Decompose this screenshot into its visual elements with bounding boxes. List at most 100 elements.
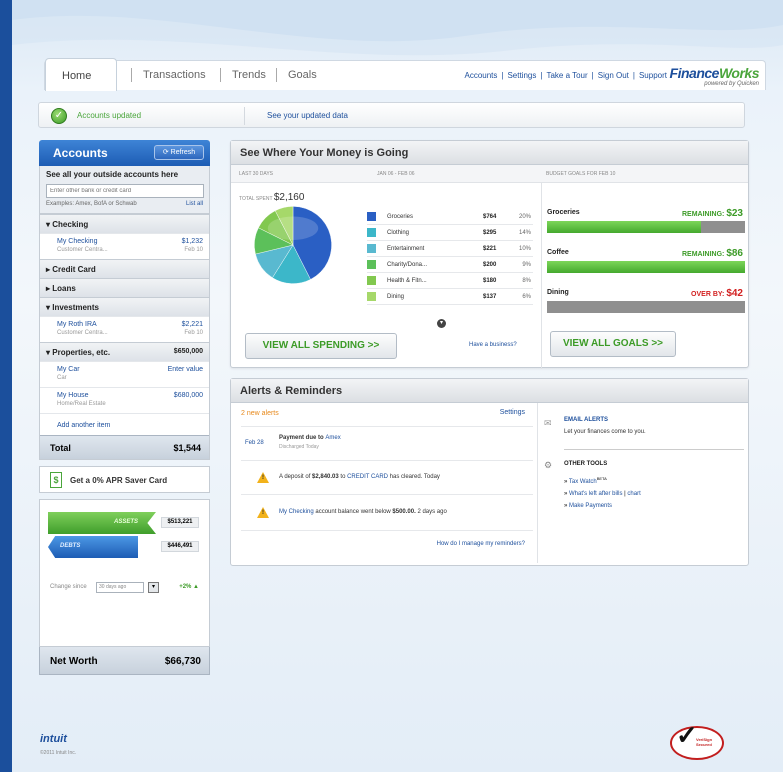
legend-item[interactable]: Clothing $295 14% <box>367 225 533 241</box>
change-period-select[interactable]: 30 days ago <box>96 582 144 593</box>
alerts-sidebar: ✉ EMAIL ALERTS Let your finances come to… <box>537 403 747 563</box>
refresh-button[interactable]: ⟳ Refresh <box>154 145 204 160</box>
date-range-label[interactable]: JAN 06 - FEB 06 <box>377 171 415 177</box>
verisign-seal[interactable]: ✓ VeriSign Secured <box>670 720 724 760</box>
add-another-item-link[interactable]: Add another item <box>40 413 209 435</box>
section-loans[interactable]: ▸ Loans <box>40 278 209 297</box>
legend-swatch <box>367 212 376 221</box>
alert-deposit[interactable]: ! A deposit of $2,840.03 to CREDIT CARD … <box>241 460 533 494</box>
legend-swatch <box>367 228 376 237</box>
settings-link[interactable]: Settings <box>507 71 536 80</box>
legend-name: Clothing <box>387 230 410 236</box>
change-value: +2% ▲ <box>179 584 199 590</box>
support-link[interactable]: Support <box>639 71 667 80</box>
outside-accounts-title: See all your outside accounts here <box>46 170 179 179</box>
period-label[interactable]: LAST 30 DAYS <box>239 171 273 177</box>
manage-reminders-row: How do I manage my reminders? <box>241 530 533 554</box>
alert-settings-link[interactable]: Settings <box>500 409 525 416</box>
net-worth-panel: ASSETS $513,221 DEBTS $446,491 Change si… <box>39 499 210 647</box>
spending-pie-chart[interactable] <box>251 203 335 287</box>
email-icon: ✉ <box>544 418 552 428</box>
chevron-down-icon[interactable]: ▾ <box>437 319 446 328</box>
spending-subheader: LAST 30 DAYS JAN 06 - FEB 06 BUDGET GOAL… <box>231 165 748 183</box>
account-my-car[interactable]: My Car Car Enter value <box>40 361 209 387</box>
accounts-updated-text: Accounts updated <box>77 111 142 120</box>
alerts-title: Alerts & Reminders <box>231 379 748 403</box>
bank-search-input[interactable] <box>46 184 204 198</box>
chevron-down-icon[interactable]: ▾ <box>148 582 159 593</box>
account-roth-ira[interactable]: My Roth IRA Customer Centra... $2,221 Fe… <box>40 316 209 342</box>
legend-name: Charity/Dona... <box>387 262 428 268</box>
have-business-link[interactable]: Have a business? <box>469 342 517 348</box>
see-updated-data-link[interactable]: See your updated data <box>267 111 348 120</box>
list-all-link[interactable]: List all <box>186 201 203 207</box>
apr-card-promo[interactable]: $ Get a 0% APR Saver Card <box>39 466 210 493</box>
legend-item[interactable]: Entertainment $221 10% <box>367 241 533 257</box>
legend-value: $221 <box>483 246 497 252</box>
examples-text: Examples: Amex, BofA or Schwab <box>46 201 137 207</box>
legend-item[interactable]: Dining $137 6% <box>367 289 533 305</box>
legend-pct: 10% <box>518 246 531 252</box>
sign-out-link[interactable]: Sign Out <box>598 71 629 80</box>
debts-arrow: DEBTS <box>48 536 138 558</box>
alert-low-balance[interactable]: ! My Checking account balance went below… <box>241 494 533 530</box>
accounts-link[interactable]: Accounts <box>464 71 497 80</box>
legend-name: Groceries <box>387 214 414 220</box>
amex-link[interactable]: Amex <box>325 435 340 441</box>
tax-watch-link[interactable]: Tax Watch <box>569 479 597 485</box>
legend-value: $180 <box>483 278 497 284</box>
check-icon: ✓ <box>51 108 67 124</box>
legend-value: $764 <box>483 214 497 220</box>
app-window: Home Transactions Trends Goals Accounts |… <box>12 0 783 772</box>
legend-name: Health & Fitn... <box>387 278 427 284</box>
legend-pct: 20% <box>518 214 531 220</box>
legend-name: Entertainment <box>387 246 425 252</box>
make-payments-link[interactable]: Make Payments <box>569 503 612 509</box>
whats-left-link[interactable]: What's left after bills <box>569 491 623 497</box>
accounts-title: Accounts <box>53 146 108 160</box>
intuit-logo: intuit <box>40 733 67 745</box>
legend-pct: 14% <box>518 230 531 236</box>
legend-item[interactable]: Charity/Dona... $200 9% <box>367 257 533 273</box>
account-my-house[interactable]: My House Home/Real Estate $680,000 <box>40 387 209 413</box>
change-since-label: Change since <box>50 584 87 590</box>
credit-card-link[interactable]: CREDIT CARD <box>347 474 388 480</box>
legend-value: $137 <box>483 294 497 300</box>
legend-item[interactable]: Health & Fitn... $180 8% <box>367 273 533 289</box>
section-credit-card[interactable]: ▸ Credit Card <box>40 259 209 278</box>
manage-reminders-link[interactable]: How do I manage my reminders? <box>437 541 525 547</box>
my-checking-link[interactable]: My Checking <box>279 509 314 515</box>
legend-pct: 6% <box>522 294 531 300</box>
debts-value: $446,491 <box>161 541 199 552</box>
chart-link[interactable]: chart <box>627 491 640 497</box>
tab-trends[interactable]: Trends <box>232 69 266 81</box>
pie-highlight <box>267 216 319 240</box>
section-properties[interactable]: ▾ Properties, etc. $650,000 <box>40 342 209 361</box>
legend-pct: 8% <box>522 278 531 284</box>
email-alerts-link[interactable]: EMAIL ALERTS <box>564 417 608 423</box>
section-investments[interactable]: ▾ Investments <box>40 297 209 316</box>
tab-transactions[interactable]: Transactions <box>143 69 206 81</box>
assets-arrow: ASSETS <box>48 512 156 534</box>
tab-home[interactable]: Home <box>45 58 117 91</box>
tab-goals[interactable]: Goals <box>288 69 317 81</box>
alert-bill-due[interactable]: Feb 28 Payment due to Amex Discharged To… <box>241 426 533 460</box>
view-all-spending-button[interactable]: VIEW ALL SPENDING >> <box>245 333 397 359</box>
goal-progress-fill <box>547 221 702 233</box>
account-my-checking[interactable]: My Checking Customer Centra... $1,232 Fe… <box>40 233 209 259</box>
total-spent: TOTAL SPENT $2,160 <box>239 192 305 203</box>
legend-swatch <box>367 276 376 285</box>
budget-goals: Groceries REMAINING: $23 Coffee REMAINING: … <box>541 183 747 369</box>
gear-icon: ⚙ <box>544 460 553 470</box>
enter-value-link[interactable]: Enter value <box>168 366 203 373</box>
accounts-panel: See all your outside accounts here List … <box>39 166 210 460</box>
legend-item[interactable]: Groceries $764 20% <box>367 209 533 225</box>
legend-value: $295 <box>483 230 497 236</box>
take-tour-link[interactable]: Take a Tour <box>546 71 587 80</box>
view-all-goals-button[interactable]: VIEW ALL GOALS >> <box>550 331 676 357</box>
total-row: Total $1,544 <box>40 435 209 459</box>
accounts-sidebar: Accounts ⟳ Refresh See all your outside … <box>39 140 210 677</box>
section-checking[interactable]: ▾ Checking <box>40 214 209 233</box>
dollar-icon: $ <box>50 472 62 488</box>
legend-swatch <box>367 260 376 269</box>
